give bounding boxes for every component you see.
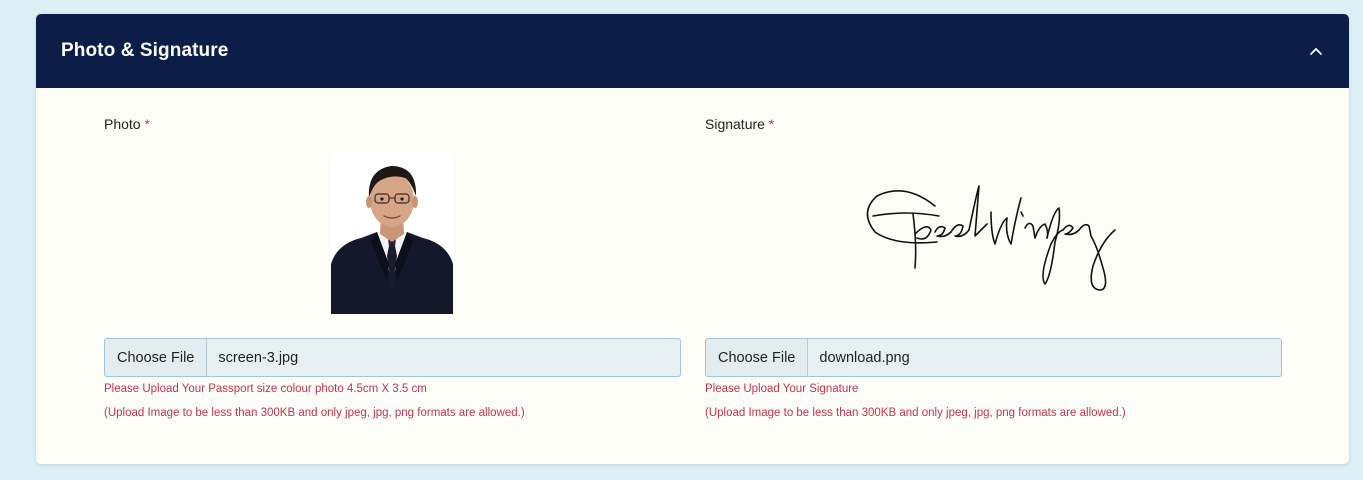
photo-file-name: screen-3.jpg xyxy=(218,349,299,366)
signature-hint-format: (Upload Image to be less than 300KB and … xyxy=(705,407,1126,419)
photo-file-input[interactable]: Choose File screen-3.jpg xyxy=(104,338,681,377)
section-header[interactable]: Photo & Signature xyxy=(36,14,1349,88)
photo-hint-size: Please Upload Your Passport size colour … xyxy=(104,383,427,395)
photo-hint-format: (Upload Image to be less than 300KB and … xyxy=(104,407,525,419)
photo-choose-file-button[interactable]: Choose File xyxy=(105,339,208,376)
photo-label-text: Photo xyxy=(104,116,141,132)
signature-choose-file-button[interactable]: Choose File xyxy=(706,339,809,376)
signature-hint: Please Upload Your Signature xyxy=(705,383,859,395)
signature-label: Signature * xyxy=(705,116,774,132)
chevron-up-icon[interactable] xyxy=(1309,46,1323,56)
photo-preview xyxy=(331,152,453,314)
photo-signature-card: Photo & Signature Photo * Choose File sc… xyxy=(36,14,1349,464)
required-mark: * xyxy=(144,116,150,132)
section-title: Photo & Signature xyxy=(61,40,229,61)
signature-preview xyxy=(866,185,1116,291)
signature-file-name: download.png xyxy=(819,349,910,366)
required-mark: * xyxy=(768,116,775,132)
photo-label: Photo * xyxy=(104,116,150,132)
signature-label-text: Signature xyxy=(705,116,765,132)
signature-file-input[interactable]: Choose File download.png xyxy=(705,338,1282,377)
